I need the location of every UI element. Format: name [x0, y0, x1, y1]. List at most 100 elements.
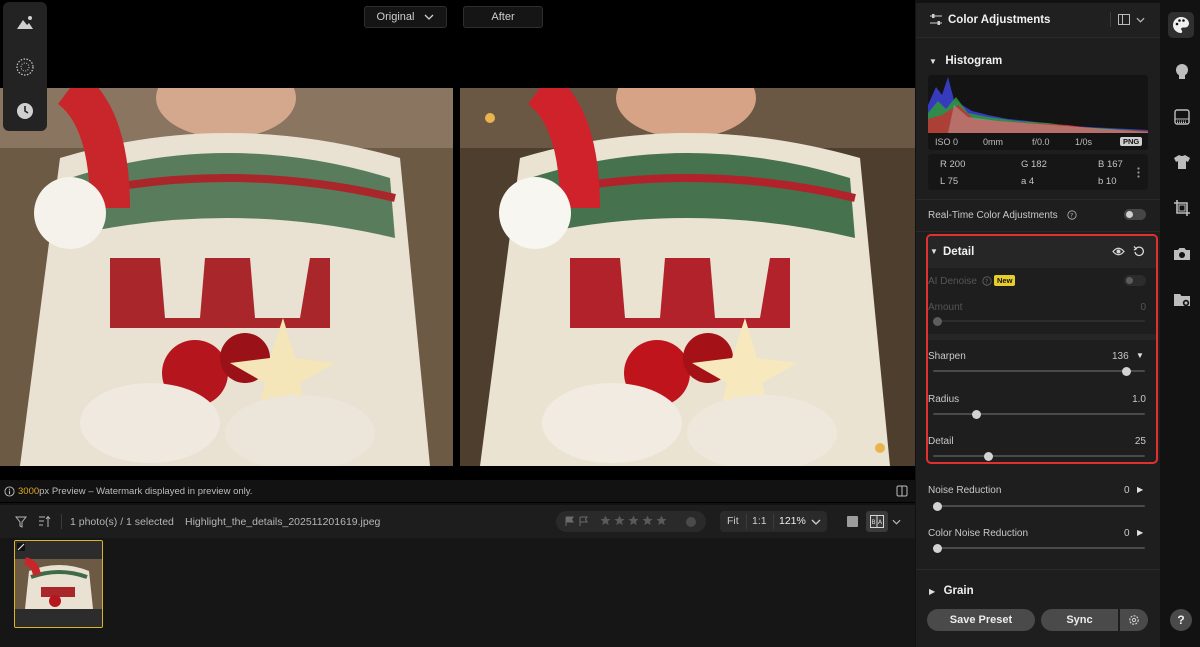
- thumbnail-selected[interactable]: [14, 540, 103, 628]
- slider-track[interactable]: [933, 455, 1145, 457]
- help-button[interactable]: ?: [1170, 609, 1192, 631]
- star-icon[interactable]: [628, 515, 639, 526]
- single-view-icon[interactable]: [846, 515, 859, 528]
- detail-amount-slider[interactable]: [933, 451, 1145, 461]
- slider-handle[interactable]: [983, 451, 993, 461]
- slider-track[interactable]: [933, 547, 1145, 549]
- flag-icon[interactable]: [565, 516, 575, 527]
- sync-settings-button[interactable]: [1120, 609, 1148, 631]
- panel-header: Color Adjustments: [916, 3, 1160, 37]
- readout-r: R 200: [940, 159, 966, 170]
- divider: [916, 231, 1160, 232]
- star-rating[interactable]: [600, 515, 667, 526]
- before-after-view-button[interactable]: BA: [866, 511, 888, 532]
- chevron-down-icon: [424, 14, 434, 20]
- gear-icon: [1129, 615, 1139, 625]
- histogram-toggle[interactable]: ▼ Histogram: [929, 51, 1002, 69]
- slider-track[interactable]: [933, 320, 1145, 322]
- color-module-button[interactable]: [1168, 12, 1194, 38]
- radius-slider[interactable]: [933, 409, 1145, 419]
- portrait-module-button[interactable]: [1170, 59, 1194, 83]
- filter-icon[interactable]: [15, 516, 27, 528]
- photo-after[interactable]: [460, 88, 915, 466]
- app-window: Original After 3000 px Preview – Waterma…: [0, 0, 1200, 647]
- sharpen-slider[interactable]: [933, 366, 1145, 376]
- svg-text:B: B: [872, 519, 876, 526]
- star-icon[interactable]: [600, 515, 611, 526]
- chevron-down-icon[interactable]: [892, 519, 901, 525]
- realtime-toggle[interactable]: [1124, 209, 1146, 220]
- caret-down-icon[interactable]: ▼: [1136, 351, 1144, 360]
- slider-track[interactable]: [933, 370, 1145, 372]
- detail-header[interactable]: ▼ Detail: [928, 236, 1156, 268]
- texture-module-button[interactable]: [1170, 105, 1194, 129]
- star-icon[interactable]: [642, 515, 653, 526]
- histogram-chart: ISO 0 0mm f/0.0 1/0s PNG: [928, 75, 1148, 150]
- ai-denoise-toggle[interactable]: [1124, 275, 1146, 286]
- photo-original[interactable]: [0, 88, 453, 466]
- original-dropdown[interactable]: Original: [364, 6, 447, 28]
- eye-icon[interactable]: [1112, 246, 1125, 257]
- one-to-one-button[interactable]: 1:1: [752, 515, 767, 527]
- readout-b: B 167: [1098, 159, 1123, 170]
- chevron-down-icon[interactable]: [811, 519, 821, 525]
- slider-handle[interactable]: [971, 409, 981, 419]
- compare-split-icon[interactable]: [896, 485, 908, 497]
- history-tool-button[interactable]: [10, 96, 40, 126]
- detail-title: Detail: [943, 246, 975, 258]
- save-preset-button[interactable]: Save Preset: [927, 609, 1035, 631]
- sweater-photo-original: [0, 88, 453, 466]
- caret-right-icon[interactable]: ▶: [1137, 528, 1143, 537]
- zoom-level[interactable]: 121%: [779, 515, 806, 527]
- grain-tool-button[interactable]: [10, 52, 40, 82]
- slider-track[interactable]: [933, 413, 1145, 415]
- fit-button[interactable]: Fit: [727, 515, 739, 527]
- reject-flag-icon[interactable]: [579, 516, 589, 527]
- color-label-dot[interactable]: [686, 517, 696, 527]
- slider-handle[interactable]: [933, 316, 942, 326]
- slider-handle[interactable]: [933, 501, 942, 511]
- info-icon[interactable]: ?: [982, 276, 992, 286]
- sort-icon[interactable]: [38, 515, 52, 528]
- caret-down-icon: ▼: [929, 57, 937, 66]
- star-icon[interactable]: [614, 515, 625, 526]
- before-after-icon: BA: [870, 515, 884, 528]
- histogram-title: Histogram: [945, 55, 1003, 67]
- preview-note-text: px Preview – Watermark displayed in prev…: [39, 485, 253, 497]
- slider-track[interactable]: [933, 505, 1145, 507]
- export-module-button[interactable]: [1170, 288, 1194, 312]
- more-icon[interactable]: [1137, 167, 1140, 178]
- exif-aperture: f/0.0: [1032, 136, 1050, 147]
- divider: [916, 569, 1160, 570]
- divider: [916, 37, 1160, 38]
- radius-value: 1.0: [1132, 394, 1146, 405]
- grain-toggle[interactable]: ▶ Grain: [929, 581, 974, 599]
- filmstrip: [0, 538, 915, 647]
- reset-icon[interactable]: [1133, 245, 1145, 257]
- star-icon[interactable]: [656, 515, 667, 526]
- after-button[interactable]: After: [463, 6, 543, 28]
- camera-icon: [1174, 248, 1190, 260]
- readout-b-lab: b 10: [1098, 176, 1117, 187]
- caret-right-icon: ▶: [929, 587, 936, 596]
- crop-module-button[interactable]: [1170, 196, 1194, 220]
- photo-tool-button[interactable]: [10, 8, 40, 38]
- panel-layout-icon[interactable]: [1118, 14, 1130, 25]
- caret-right-icon[interactable]: ▶: [1137, 485, 1143, 494]
- noise-reduction-slider[interactable]: [933, 501, 1145, 511]
- camera-module-button[interactable]: [1170, 242, 1194, 266]
- chevron-down-icon[interactable]: [1136, 17, 1145, 23]
- color-readout: R 200 G 182 B 167 L 75 a 4 b 10: [928, 154, 1148, 190]
- slider-handle[interactable]: [933, 543, 942, 553]
- clothing-module-button[interactable]: [1170, 150, 1194, 174]
- slider-handle[interactable]: [1121, 366, 1131, 376]
- ai-denoise-label: AI Denoise: [928, 276, 977, 287]
- info-icon[interactable]: ?: [1067, 210, 1077, 220]
- amount-slider[interactable]: [933, 316, 1145, 326]
- readout-l: L 75: [940, 176, 959, 187]
- sync-button[interactable]: Sync: [1041, 609, 1118, 631]
- color-noise-slider[interactable]: [933, 543, 1145, 553]
- thumbnail-image: [15, 541, 102, 627]
- shirt-icon: [1174, 155, 1190, 169]
- format-badge: PNG: [1120, 137, 1143, 146]
